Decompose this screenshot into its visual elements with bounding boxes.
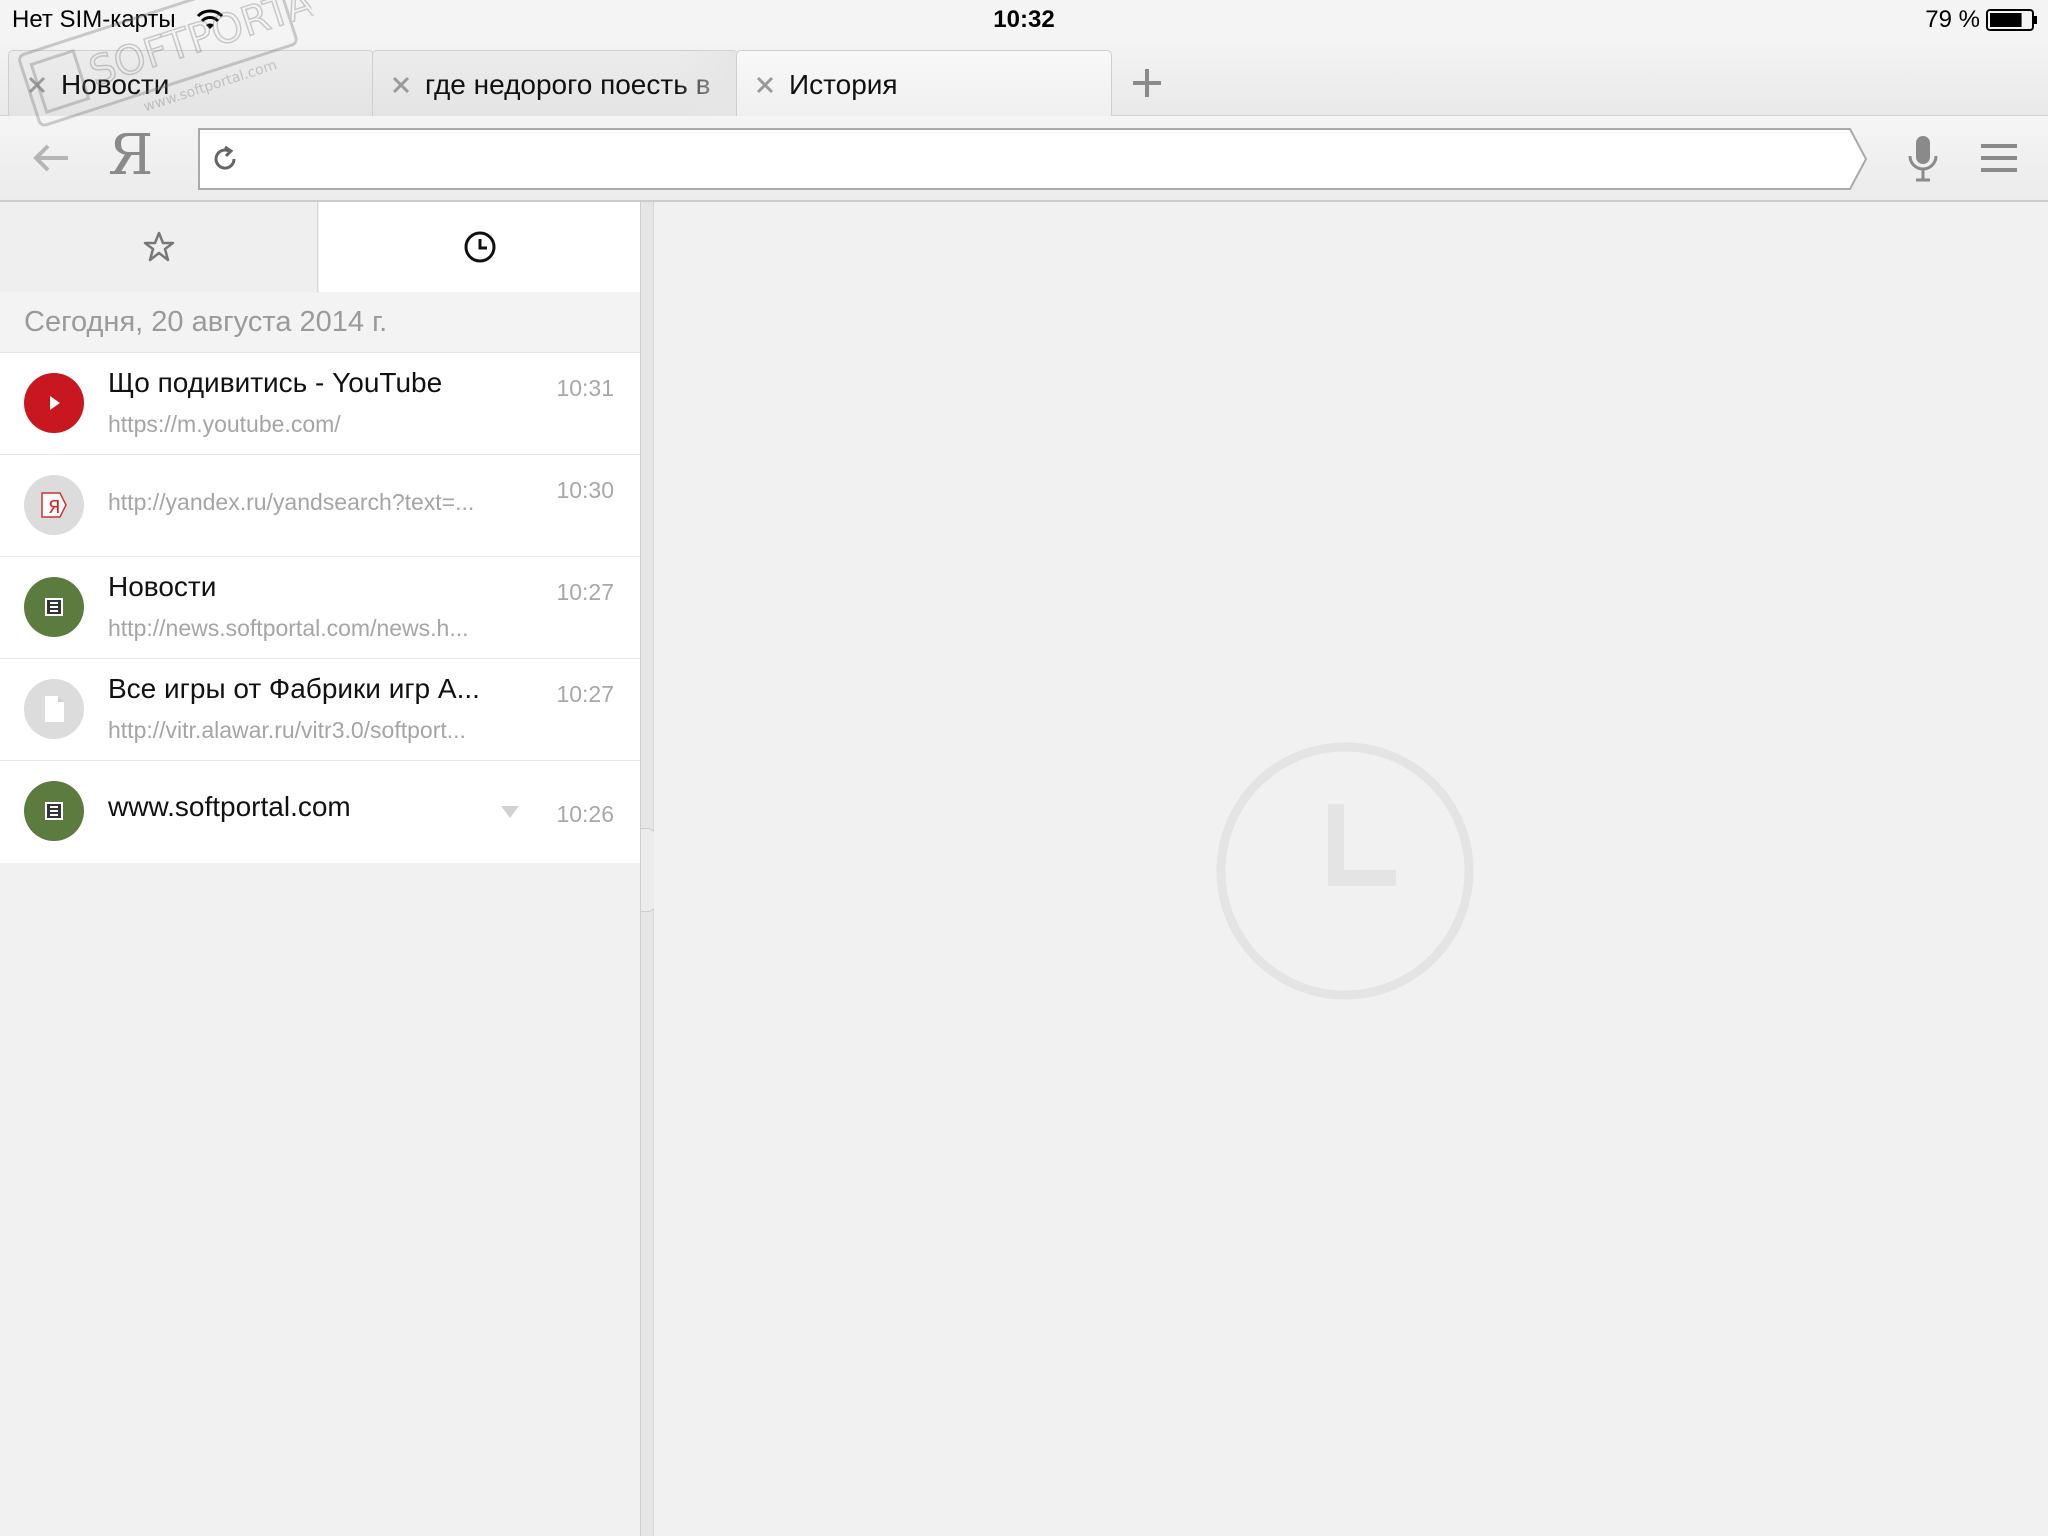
- history-item-title: Новости: [108, 571, 217, 602]
- address-input[interactable]: [254, 138, 1814, 180]
- history-item-time: 10:31: [556, 375, 614, 401]
- svg-text:Я: Я: [48, 497, 61, 518]
- yandex-icon: Я: [24, 475, 84, 535]
- history-item-time: 10:27: [556, 681, 614, 707]
- new-tab-plus-icon[interactable]: [1128, 64, 1166, 102]
- content-area: [654, 202, 2048, 1536]
- tab-title: Новости: [61, 69, 170, 100]
- tab-title: История: [789, 69, 898, 100]
- softportal-icon: [24, 577, 84, 637]
- battery-icon: [1986, 9, 2037, 31]
- history-item-url: https://m.youtube.com/: [108, 411, 341, 437]
- history-item[interactable]: Новости http://news.softportal.com/news.…: [0, 557, 640, 659]
- tab-fade: [677, 51, 737, 116]
- date-header: Сегодня, 20 августа 2014 г.: [0, 293, 640, 353]
- menu-hamburger-icon[interactable]: [1980, 140, 2018, 176]
- reload-icon[interactable]: [210, 144, 240, 174]
- tab-bookmarks[interactable]: [0, 202, 318, 292]
- close-icon[interactable]: [753, 73, 777, 97]
- chevron-down-icon[interactable]: [500, 805, 520, 819]
- history-item[interactable]: www.softportal.com 10:26: [0, 761, 640, 863]
- history-item-title: Все игры от Фабрики игр А...: [108, 673, 480, 704]
- history-item-title: Що подивитись - YouTube: [108, 367, 443, 398]
- close-icon[interactable]: [389, 73, 413, 97]
- tab-title: где недорого поесть в: [425, 69, 711, 100]
- clock-icon: [464, 231, 495, 263]
- youtube-icon: [24, 373, 84, 433]
- history-item-url: http://yandex.ru/yandsearch?text=...: [108, 489, 475, 515]
- history-item-time: 10:30: [556, 477, 614, 503]
- status-bar: Нет SIM-карты 10:32 79 %: [0, 0, 2048, 44]
- softportal-icon: [24, 781, 84, 841]
- history-panel: Сегодня, 20 августа 2014 г. Що подивитис…: [0, 202, 640, 1536]
- history-item[interactable]: Все игры от Фабрики игр А... http://vitr…: [0, 659, 640, 761]
- tab-history-list[interactable]: [319, 202, 640, 292]
- tab-news[interactable]: Новости: [8, 50, 374, 116]
- history-item-title: www.softportal.com: [108, 791, 351, 822]
- tab-search[interactable]: где недорого поесть в: [372, 50, 738, 116]
- history-placeholder-clock-icon: [1216, 742, 1474, 1000]
- history-item-url: http://news.softportal.com/news.h...: [108, 615, 469, 641]
- omnibox[interactable]: [198, 128, 1868, 190]
- panel-tabs: [0, 202, 640, 292]
- history-item-time: 10:26: [556, 801, 614, 827]
- history-item-time: 10:27: [556, 579, 614, 605]
- yandex-logo[interactable]: Я: [108, 124, 153, 188]
- tab-strip: Новости где недорого поесть в История: [0, 44, 2048, 117]
- toolbar: Я: [0, 116, 2048, 202]
- clock-label: 10:32: [993, 6, 1055, 33]
- back-arrow-icon[interactable]: [28, 138, 72, 178]
- history-item[interactable]: Що подивитись - YouTube https://m.youtub…: [0, 353, 640, 455]
- history-item-url: http://vitr.alawar.ru/vitr3.0/softport..…: [108, 717, 466, 743]
- panel-splitter[interactable]: [640, 202, 657, 1536]
- history-item[interactable]: Я http://yandex.ru/yandsearch?text=... 1…: [0, 455, 640, 557]
- star-icon: [143, 231, 174, 262]
- close-icon[interactable]: [25, 73, 49, 97]
- tab-history[interactable]: История: [736, 50, 1112, 117]
- history-list: Що подивитись - YouTube https://m.youtub…: [0, 353, 640, 863]
- battery-percent: 79 %: [1925, 6, 1980, 33]
- date-header-label: Сегодня, 20 августа 2014 г.: [24, 306, 388, 338]
- microphone-icon[interactable]: [1906, 134, 1940, 184]
- page-icon: [24, 679, 84, 739]
